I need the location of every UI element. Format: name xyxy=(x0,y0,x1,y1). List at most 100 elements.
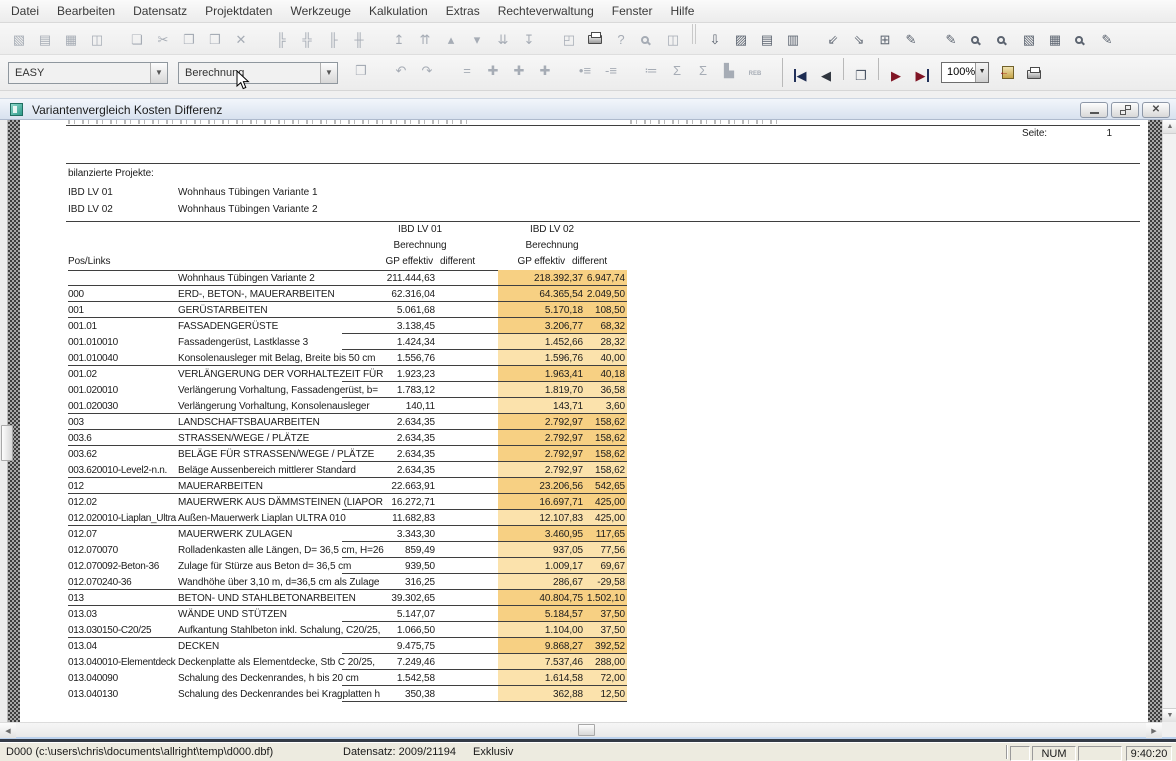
image-manager-icon[interactable]: ▦ xyxy=(58,27,84,51)
redo-icon[interactable]: ↷ xyxy=(414,59,440,83)
minimize-button[interactable] xyxy=(1080,102,1108,118)
remove-row-icon[interactable]: = xyxy=(454,59,480,83)
vertical-scrollbar-thumb[interactable] xyxy=(1,425,13,461)
move-up-icon[interactable]: ▴ xyxy=(438,27,464,51)
close-button[interactable]: ✕ xyxy=(1142,102,1170,118)
row-gp1: 5.061,68 xyxy=(342,302,435,318)
move-down-double-icon[interactable]: ⇊ xyxy=(490,27,516,51)
undo-icon[interactable]: ↶ xyxy=(388,59,414,83)
page-preview-icon[interactable]: ◰ xyxy=(556,27,582,51)
easy-combo[interactable]: EASY ▼ xyxy=(8,62,168,84)
form-preview-icon[interactable]: ▧ xyxy=(6,27,32,51)
row-diff1 xyxy=(435,350,498,366)
window-tiles-icon[interactable]: ⊞ xyxy=(872,27,898,51)
tree-move-icon[interactable]: ╟ xyxy=(320,27,346,51)
copy-pages-icon[interactable]: ❐ xyxy=(848,63,874,87)
add-row-icon[interactable]: ✚ xyxy=(506,59,532,83)
numbered-list-icon: ≔ xyxy=(645,64,658,77)
scroll-right-icon[interactable]: ▶ xyxy=(1146,723,1162,738)
menu-item-fenster[interactable]: Fenster xyxy=(603,0,662,23)
reb-export-icon[interactable]: REB xyxy=(742,62,768,86)
restore-button[interactable] xyxy=(1111,102,1139,118)
documents-icon[interactable]: ▧ xyxy=(1016,27,1042,51)
edit-user-icon[interactable]: ✎ xyxy=(1094,27,1120,51)
row-gp1: 2.634,35 xyxy=(342,462,435,478)
menu-item-projektdaten[interactable]: Projektdaten xyxy=(196,0,281,23)
search-record-icon[interactable] xyxy=(990,30,1016,54)
split-view-icon[interactable]: ◫ xyxy=(660,27,686,51)
edit-form-icon[interactable]: ▥ xyxy=(780,27,806,51)
jump-next-icon[interactable]: ⇘ xyxy=(846,27,872,51)
new-document-icon[interactable]: ❏ xyxy=(124,27,150,51)
row-diff2: 288,00 xyxy=(583,654,627,670)
move-to-top-icon[interactable]: ↥ xyxy=(386,27,412,51)
copy-icon: ❐ xyxy=(183,33,195,46)
chevron-down-icon[interactable]: ▼ xyxy=(320,63,337,83)
edit-record-icon[interactable]: ✎ xyxy=(938,27,964,51)
menu-item-kalkulation[interactable]: Kalkulation xyxy=(360,0,437,23)
paste-icon[interactable]: ❒ xyxy=(202,27,228,51)
row-diff1 xyxy=(435,670,498,686)
text-blocks-icon[interactable]: ▤ xyxy=(32,27,58,51)
horizontal-scrollbar[interactable]: ◀ ▶ xyxy=(0,722,1162,737)
print-page-button[interactable] xyxy=(1021,61,1047,85)
search-project-icon[interactable] xyxy=(964,30,990,54)
first-page-icon[interactable]: ◀ xyxy=(787,63,813,87)
chevron-down-icon[interactable]: ▼ xyxy=(975,63,988,82)
menu-item-hilfe[interactable]: Hilfe xyxy=(661,0,703,23)
sum-icon[interactable]: Σ xyxy=(690,59,716,83)
scroll-down-icon[interactable]: ▼ xyxy=(1163,708,1176,722)
last-page-icon[interactable]: ▶ xyxy=(909,63,935,87)
close-preview-button[interactable] xyxy=(995,61,1021,85)
menu-item-datei[interactable]: Datei xyxy=(2,0,48,23)
pin-icon[interactable]: ✎ xyxy=(898,27,924,51)
row-diff2: 68,32 xyxy=(583,318,627,334)
load-view-icon[interactable]: ❒ xyxy=(348,59,374,83)
chevron-down-icon[interactable]: ▼ xyxy=(150,63,167,83)
statistics-icon[interactable]: ▙ xyxy=(716,59,742,83)
tree-structure-icon[interactable]: ╫ xyxy=(346,27,372,51)
catalog-icon[interactable]: ▨ xyxy=(728,27,754,51)
copy-icon[interactable]: ❐ xyxy=(176,27,202,51)
search-text-icon[interactable] xyxy=(1068,30,1094,54)
mode-combo[interactable]: Berechnung ▼ xyxy=(178,62,338,84)
vertical-scrollbar[interactable]: ▲ ▼ xyxy=(1162,120,1176,722)
edit-list-icon[interactable]: ▤ xyxy=(754,27,780,51)
menu-item-extras[interactable]: Extras xyxy=(437,0,489,23)
prev-page-icon[interactable]: ◀ xyxy=(813,63,839,87)
column-gp-lv2: GP effektiv xyxy=(475,256,565,267)
zoom-level-select[interactable]: 100% ▼ xyxy=(941,62,989,83)
print-icon[interactable] xyxy=(582,25,608,49)
move-to-bottom-icon[interactable]: ↧ xyxy=(516,27,542,51)
tree-insert-sub-icon[interactable]: ╬ xyxy=(294,27,320,51)
menu-item-rechteverwaltung[interactable]: Rechteverwaltung xyxy=(489,0,603,23)
cut-icon[interactable]: ✂ xyxy=(150,27,176,51)
tree-insert-icon[interactable]: ╠ xyxy=(268,27,294,51)
insert-row-icon[interactable]: ✚ xyxy=(480,59,506,83)
row-diff1 xyxy=(435,302,498,318)
numbered-list-icon[interactable]: ≔ xyxy=(638,59,664,83)
menu-item-datensatz[interactable]: Datensatz xyxy=(124,0,196,23)
jump-previous-icon[interactable]: ⇙ xyxy=(820,27,846,51)
row-pos: 001.010010 xyxy=(68,334,178,350)
address-book-icon[interactable]: ◫ xyxy=(84,27,110,51)
add-subrow-icon[interactable]: ✚ xyxy=(532,59,558,83)
help-icon[interactable]: ? xyxy=(608,27,634,51)
status-separator xyxy=(1006,745,1008,759)
menu-item-werkzeuge[interactable]: Werkzeuge xyxy=(281,0,359,23)
search-icon[interactable] xyxy=(634,30,660,54)
outline-bullet-icon[interactable]: •≡ xyxy=(572,59,598,83)
scroll-left-icon[interactable]: ◀ xyxy=(0,723,16,738)
edit-table-icon[interactable]: ▦ xyxy=(1042,27,1068,51)
scroll-up-icon[interactable]: ▲ xyxy=(1163,120,1176,134)
move-down-icon[interactable]: ▾ xyxy=(464,27,490,51)
import-data-icon[interactable]: ⇩ xyxy=(702,27,728,51)
table-row: 003.620010-Level2-n.n.Beläge Aussenberei… xyxy=(68,462,627,478)
delete-icon[interactable]: ✕ xyxy=(228,27,254,51)
sum-filter-icon[interactable]: Σ xyxy=(664,59,690,83)
horizontal-scrollbar-thumb[interactable] xyxy=(578,724,595,736)
menu-item-bearbeiten[interactable]: Bearbeiten xyxy=(48,0,124,23)
next-page-icon[interactable]: ▶ xyxy=(883,63,909,87)
move-up-double-icon[interactable]: ⇈ xyxy=(412,27,438,51)
outline-dash-icon[interactable]: -≡ xyxy=(598,59,624,83)
